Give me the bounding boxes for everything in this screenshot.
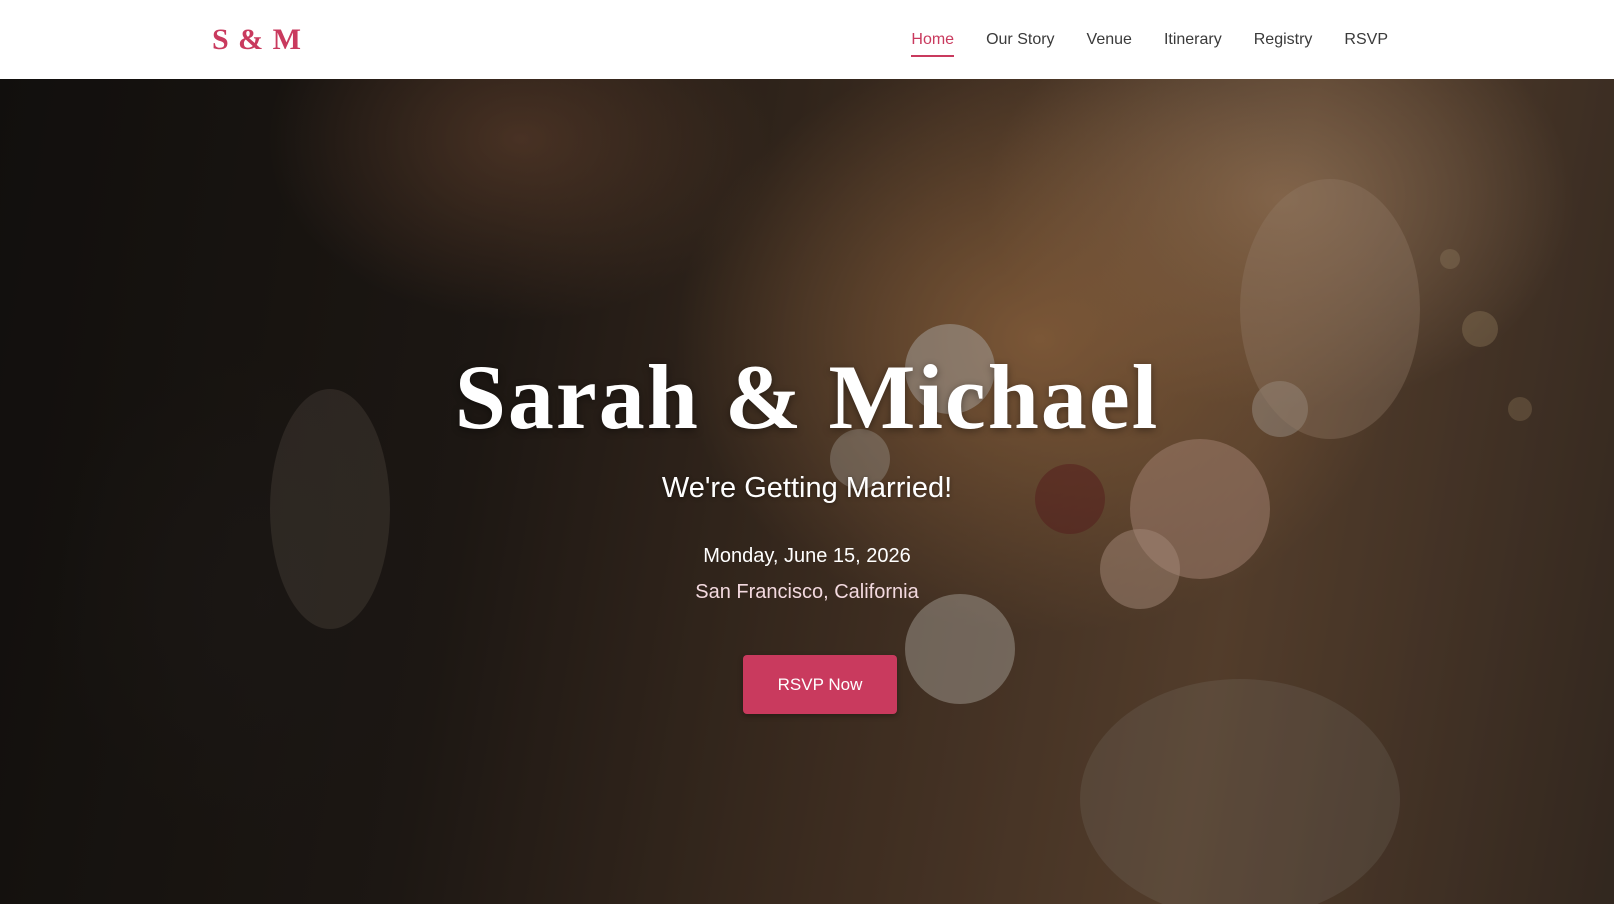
couple-names-title: Sarah & Michael	[454, 346, 1160, 448]
hero-subtitle: We're Getting Married!	[661, 472, 953, 504]
nav-link-registry[interactable]: Registry	[1254, 25, 1313, 57]
site-logo[interactable]: S & M	[212, 23, 302, 57]
nav-link-our-story[interactable]: Our Story	[986, 25, 1054, 57]
rsvp-now-button[interactable]: RSVP Now	[743, 655, 897, 714]
wedding-date: Monday, June 15, 2026	[703, 545, 911, 567]
top-navbar: S & M Home Our Story Venue Itinerary Reg…	[0, 0, 1614, 79]
hero-content: Sarah & Michael We're Getting Married! M…	[0, 79, 1614, 904]
nav-link-venue[interactable]: Venue	[1087, 25, 1132, 57]
nav-link-home[interactable]: Home	[911, 24, 955, 57]
nav-link-rsvp[interactable]: RSVP	[1344, 25, 1388, 57]
hero-section: Sarah & Michael We're Getting Married! M…	[0, 79, 1614, 904]
nav-link-itinerary[interactable]: Itinerary	[1164, 25, 1222, 57]
wedding-location: San Francisco, California	[695, 581, 919, 603]
nav-links: Home Our Story Venue Itinerary Registry …	[911, 24, 1388, 57]
